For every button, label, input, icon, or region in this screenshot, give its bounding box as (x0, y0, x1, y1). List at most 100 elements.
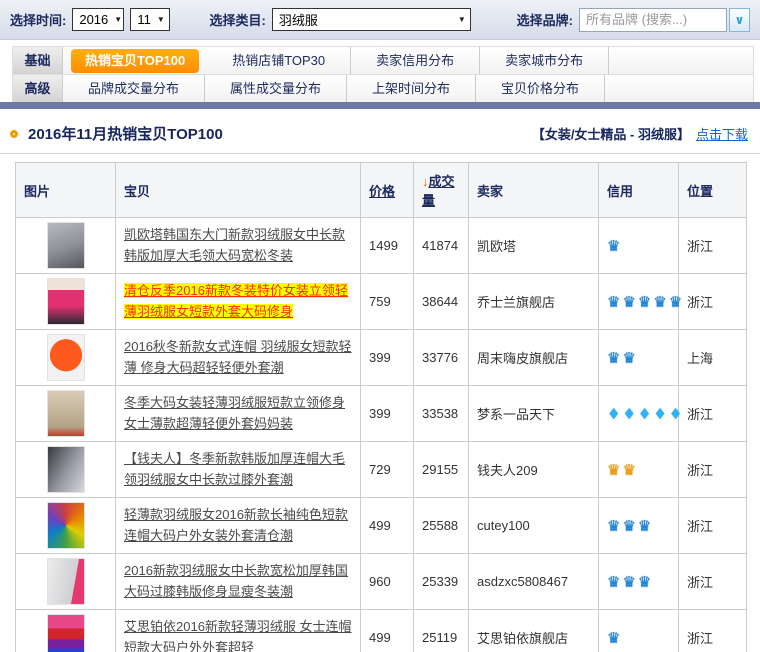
seller-cell: 艾思铂依旗舰店 (469, 610, 599, 652)
blue-crown-icon: ♛ (607, 573, 620, 591)
blue-diamond-icon: ♦ (669, 405, 682, 423)
volume-cell: 29155 (414, 442, 469, 498)
location-cell: 浙江 (679, 554, 747, 610)
blue-crown-icon: ♛ (607, 517, 620, 535)
product-title-link[interactable]: 清仓反季2016新款冬装特价女装立领轻薄羽绒服女短款外套大码修身 (124, 283, 348, 318)
filter-bar: 选择时间: 2016 ▼ 11 ▼ 选择类目: 羽绒服 ▼ 选择品牌: ∨ (0, 0, 760, 40)
chevron-down-icon: ▼ (114, 15, 122, 24)
credit-cell: ♛♛♛ (599, 554, 679, 610)
product-title-link[interactable]: 轻薄款羽绒服女2016新款长袖纯色短款连帽大码户外女装外套清仓潮 (124, 507, 348, 542)
blue-crown-icon: ♛ (622, 573, 635, 591)
product-thumbnail[interactable] (47, 614, 85, 652)
gold-crown-icon: ♛ (622, 461, 635, 479)
tab-item-price-distribution[interactable]: 宝贝价格分布 (476, 75, 605, 102)
product-thumbnail[interactable] (47, 278, 85, 325)
seller-cell: 乔士兰旗舰店 (469, 274, 599, 330)
price-sort-link[interactable]: 价格 (369, 184, 395, 199)
product-title-link[interactable]: 【钱夫人】冬季新款韩版加厚连帽大毛领羽绒服女中长款过膝外套潮 (124, 451, 345, 486)
tab-seller-credit-distribution[interactable]: 卖家信用分布 (351, 47, 480, 74)
image-cell (16, 330, 116, 386)
tab-hot-items-top100[interactable]: 热销宝贝TOP100 (71, 49, 199, 73)
location-cell: 浙江 (679, 498, 747, 554)
price-cell: 399 (361, 386, 414, 442)
month-select-value: 11 (137, 12, 151, 27)
credit-cell: ♦♦♦♦♦ (599, 386, 679, 442)
tab-brand-volume-distribution[interactable]: 品牌成交量分布 (63, 75, 205, 102)
credit-cell: ♛♛♛ (599, 498, 679, 554)
category-select[interactable]: 羽绒服 ▼ (272, 8, 471, 31)
table-row: 轻薄款羽绒服女2016新款长袖纯色短款连帽大码户外女装外套清仓潮 499 255… (16, 498, 747, 554)
header-volume-sort[interactable]: ↓成交量 (414, 163, 469, 218)
price-cell: 399 (361, 330, 414, 386)
tab-listing-time-distribution[interactable]: 上架时间分布 (347, 75, 476, 102)
tab-hot-shops-top30[interactable]: 热销店铺TOP30 (207, 47, 351, 74)
month-select[interactable]: 11 ▼ (130, 8, 169, 31)
product-title-link[interactable]: 凯欧塔韩国东大门新款羽绒服女中长款韩版加厚大毛领大码宽松冬装 (124, 227, 345, 262)
download-link[interactable]: 点击下载 (696, 124, 748, 143)
basic-tabs-label: 基础 (13, 47, 63, 74)
price-cell: 499 (361, 498, 414, 554)
brand-search-input[interactable] (579, 8, 727, 32)
blue-crown-icon: ♛ (622, 293, 635, 311)
product-thumbnail[interactable] (47, 334, 85, 381)
chevron-down-icon: ▼ (458, 15, 466, 24)
tab-seller-city-distribution[interactable]: 卖家城市分布 (480, 47, 609, 74)
location-cell: 浙江 (679, 442, 747, 498)
seller-cell: 周末嗨皮旗舰店 (469, 330, 599, 386)
product-thumbnail[interactable] (47, 446, 85, 493)
product-title-link[interactable]: 2016新款羽绒服女中长款宽松加厚韩国大码过膝韩版修身显瘦冬装潮 (124, 563, 348, 598)
image-cell (16, 218, 116, 274)
gold-crown-icon: ♛ (607, 461, 620, 479)
product-title-link[interactable]: 艾思铂依2016新款轻薄羽绒服 女士连帽短款大码户外外套超轻 (124, 619, 352, 652)
tab-row-filler (605, 75, 753, 102)
products-tbody: 凯欧塔韩国东大门新款羽绒服女中长款韩版加厚大毛领大码宽松冬装 1499 4187… (16, 218, 747, 652)
product-thumbnail[interactable] (47, 390, 85, 437)
price-cell: 759 (361, 274, 414, 330)
header-price-sort[interactable]: 价格 (361, 163, 414, 218)
blue-crown-icon: ♛ (638, 517, 651, 535)
bullet-icon (10, 130, 18, 138)
table-row: 2016新款羽绒服女中长款宽松加厚韩国大码过膝韩版修身显瘦冬装潮 960 253… (16, 554, 747, 610)
advanced-tabs-label: 高级 (13, 75, 63, 102)
brand-dropdown-button[interactable]: ∨ (729, 8, 750, 32)
table-row: 艾思铂依2016新款轻薄羽绒服 女士连帽短款大码户外外套超轻 499 25119… (16, 610, 747, 652)
credit-cell: ♛♛ (599, 442, 679, 498)
product-thumbnail[interactable] (47, 502, 85, 549)
blue-crown-icon: ♛ (607, 349, 620, 367)
price-cell: 1499 (361, 218, 414, 274)
location-cell: 浙江 (679, 386, 747, 442)
tab-area: 基础 热销宝贝TOP100 热销店铺TOP30 卖家信用分布 卖家城市分布 高级… (0, 46, 760, 109)
image-cell (16, 386, 116, 442)
blue-crown-icon: ♛ (622, 517, 635, 535)
credit-cell: ♛♛ (599, 330, 679, 386)
tab-attribute-volume-distribution[interactable]: 属性成交量分布 (205, 75, 347, 102)
product-title-link[interactable]: 冬季大码女装轻薄羽绒服短款立领修身女士薄款超薄轻便外套妈妈装 (124, 395, 345, 430)
product-thumbnail[interactable] (47, 222, 85, 269)
table-row: 2016秋冬新款女式连帽 羽绒服女短款轻薄 修身大码超轻轻便外套潮 399 33… (16, 330, 747, 386)
title-cell: 2016新款羽绒服女中长款宽松加厚韩国大码过膝韩版修身显瘦冬装潮 (116, 554, 361, 610)
title-cell: 艾思铂依2016新款轻薄羽绒服 女士连帽短款大码户外外套超轻 (116, 610, 361, 652)
header-location: 位置 (679, 163, 747, 218)
products-table: 图片 宝贝 价格 ↓成交量 卖家 信用 位置 凯欧塔韩国东大门新款羽绒服女中长款… (15, 162, 747, 652)
seller-cell: 凯欧塔 (469, 218, 599, 274)
blue-diamond-icon: ♦ (653, 405, 666, 423)
volume-cell: 38644 (414, 274, 469, 330)
price-cell: 960 (361, 554, 414, 610)
table-row: 清仓反季2016新款冬装特价女装立领轻薄羽绒服女短款外套大码修身 759 386… (16, 274, 747, 330)
year-select-value: 2016 (79, 12, 108, 27)
year-select[interactable]: 2016 ▼ (72, 8, 124, 31)
blue-crown-icon: ♛ (638, 293, 651, 311)
time-filter-label: 选择时间: (10, 10, 66, 29)
blue-crown-icon: ♛ (653, 293, 666, 311)
product-title-link[interactable]: 2016秋冬新款女式连帽 羽绒服女短款轻薄 修身大码超轻轻便外套潮 (124, 339, 352, 374)
image-cell (16, 554, 116, 610)
divider-bar (0, 102, 760, 109)
volume-cell: 33538 (414, 386, 469, 442)
price-cell: 499 (361, 610, 414, 652)
product-thumbnail[interactable] (47, 558, 85, 605)
location-cell: 上海 (679, 330, 747, 386)
seller-cell: cutey100 (469, 498, 599, 554)
page-title: 2016年11月热销宝贝TOP100 (28, 123, 532, 144)
chevron-down-icon: ▼ (157, 15, 165, 24)
blue-diamond-icon: ♦ (638, 405, 651, 423)
